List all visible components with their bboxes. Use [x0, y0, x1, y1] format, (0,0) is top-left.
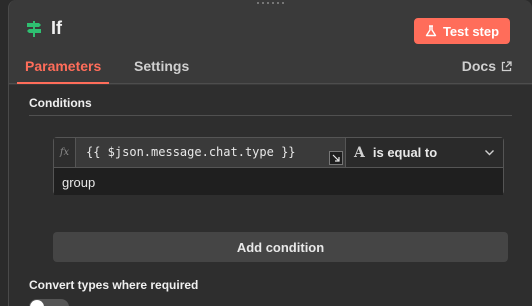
test-step-label: Test step — [442, 23, 500, 39]
node-header: If Test step — [9, 0, 532, 56]
tab-settings[interactable]: Settings — [134, 58, 189, 74]
docs-label: Docs — [461, 58, 496, 74]
tab-parameters[interactable]: Parameters — [16, 58, 110, 84]
expand-icon[interactable] — [329, 151, 343, 165]
fx-icon: fx — [54, 138, 76, 167]
operator-label: is equal to — [372, 145, 438, 160]
tab-bar: Parameters Settings Docs — [9, 56, 532, 84]
string-type-icon: A — [354, 144, 365, 161]
condition-row: fx {{ $json.message.chat.type }} A is eq… — [53, 137, 504, 195]
parameters-body: Conditions fx {{ $json.message.chat.type… — [9, 85, 532, 306]
docs-link[interactable]: Docs — [462, 58, 512, 74]
condition-value-input[interactable]: group — [54, 167, 503, 195]
section-divider — [29, 115, 512, 116]
node-title: If — [51, 18, 62, 38]
node-panel: If Test step Parameters Settings Docs Co… — [8, 0, 532, 306]
conditions-title: Conditions — [29, 96, 92, 110]
chevron-down-icon — [485, 150, 494, 156]
convert-types-toggle[interactable] — [29, 299, 69, 306]
test-step-button[interactable]: Test step — [414, 18, 510, 44]
signpost-icon — [25, 20, 43, 38]
external-link-icon — [501, 60, 512, 71]
operator-select[interactable]: A is equal to — [346, 138, 503, 167]
condition-expression-input[interactable]: {{ $json.message.chat.type }} — [76, 138, 346, 167]
flask-icon — [425, 25, 437, 37]
expression-text: {{ $json.message.chat.type }} — [86, 145, 296, 159]
add-condition-button[interactable]: Add condition — [53, 232, 508, 262]
convert-types-label: Convert types where required — [29, 278, 199, 292]
